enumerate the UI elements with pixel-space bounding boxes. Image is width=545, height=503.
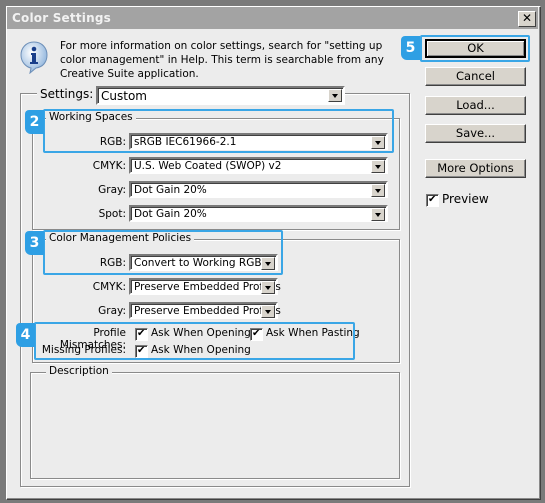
ws-cmyk-select[interactable]: U.S. Web Coated (SWOP) v2 — [129, 157, 388, 174]
policy-cmyk-select[interactable]: Preserve Embedded Profiles — [129, 278, 281, 295]
ws-gray-value: Dot Gain 20% — [134, 184, 207, 196]
cancel-button[interactable]: Cancel — [425, 67, 526, 86]
callout-highlight-ok — [420, 35, 530, 62]
settings-label: Settings: — [37, 87, 101, 103]
callout-badge-4: 4 — [16, 323, 35, 347]
ws-gray-label: Gray: — [98, 184, 126, 196]
save-button[interactable]: Save... — [425, 124, 526, 143]
chevron-down-icon[interactable] — [328, 89, 342, 102]
ws-cmyk-label: CMYK: — [92, 160, 126, 172]
ws-gray-select[interactable]: Dot Gain 20% — [129, 181, 388, 198]
ws-cmyk-value: U.S. Web Coated (SWOP) v2 — [134, 160, 282, 172]
policy-gray-label: Gray: — [98, 305, 126, 317]
policy-gray-value: Preserve Embedded Profiles — [134, 305, 281, 317]
chevron-down-icon[interactable] — [261, 305, 275, 318]
policy-cmyk-label: CMYK: — [92, 281, 126, 293]
info-text-line: color management" in Help. This term is … — [60, 54, 384, 66]
preview-checkbox[interactable] — [426, 193, 439, 207]
description-title: Description — [46, 365, 112, 377]
chevron-down-icon[interactable] — [371, 208, 385, 221]
ws-spot-select[interactable]: Dot Gain 20% — [129, 205, 388, 222]
callout-badge-3: 3 — [25, 231, 44, 255]
ws-spot-value: Dot Gain 20% — [134, 208, 207, 220]
callout-highlight-mismatches — [34, 322, 355, 360]
callout-highlight-policies — [43, 230, 283, 275]
ws-spot-label: Spot: — [98, 208, 126, 220]
chevron-down-icon[interactable] — [371, 184, 385, 197]
settings-value: Custom — [101, 89, 147, 103]
info-icon — [20, 41, 48, 74]
info-text-line: For more information on color settings, … — [60, 40, 383, 52]
close-icon[interactable]: ✕ — [518, 11, 536, 27]
policy-gray-select[interactable]: Preserve Embedded Profiles — [129, 302, 281, 319]
callout-badge-5: 5 — [401, 36, 420, 60]
load-button[interactable]: Load... — [425, 96, 526, 115]
more-options-button[interactable]: More Options — [425, 159, 526, 178]
chevron-down-icon[interactable] — [261, 281, 275, 294]
preview-label[interactable]: Preview — [442, 192, 489, 206]
description-text — [36, 384, 392, 472]
chevron-down-icon[interactable] — [371, 160, 385, 173]
info-text-line: Creative Suite application. — [60, 68, 199, 80]
policy-cmyk-value: Preserve Embedded Profiles — [134, 281, 281, 293]
settings-select[interactable]: Custom — [96, 86, 345, 105]
window-title: Color Settings — [12, 11, 111, 25]
callout-highlight-working-spaces — [43, 109, 394, 153]
callout-badge-2: 2 — [25, 110, 44, 134]
